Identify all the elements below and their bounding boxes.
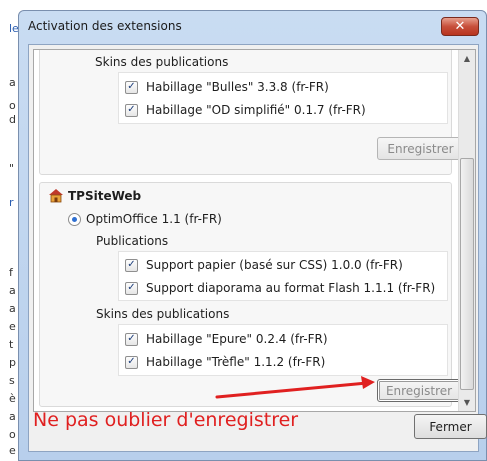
extensions-dialog: Activation des extensions ✕ Skins des pu…	[18, 10, 487, 461]
background-text: a	[9, 302, 16, 315]
publication-item-label: Support diaporama au format Flash 1.1.1 …	[146, 281, 436, 295]
background-text: d	[9, 113, 16, 126]
background-text: "	[9, 162, 15, 175]
skin-checkbox[interactable]: ✓	[125, 355, 138, 369]
scrollbar-thumb[interactable]	[460, 158, 474, 390]
extension-title: TPSiteWeb	[68, 189, 142, 203]
background-text: r	[9, 196, 14, 209]
extensions-scroll-pane[interactable]: Skins des publications ✓ Habillage "Bull…	[33, 49, 476, 412]
skin-item[interactable]: ✓ Habillage "Epure" 0.2.4 (fr-FR)	[125, 328, 328, 350]
publication-checkbox[interactable]: ✓	[125, 281, 138, 295]
background-text: o	[9, 99, 16, 112]
save-button[interactable]: Enregistrer	[377, 137, 464, 160]
dialog-body: Skins des publications ✓ Habillage "Bull…	[28, 44, 479, 452]
extension-group-previous: Skins des publications ✓ Habillage "Bull…	[39, 50, 464, 175]
optimoffice-radio[interactable]	[68, 213, 81, 226]
publication-item[interactable]: ✓ Support papier (basé sur CSS) 1.0.0 (f…	[125, 254, 403, 276]
title-bar[interactable]: Activation des extensions ✕	[19, 11, 486, 44]
skins-list: ✓ Habillage "Epure" 0.2.4 (fr-FR) ✓ Habi…	[118, 324, 448, 376]
skin-item-label: Habillage "Epure" 0.2.4 (fr-FR)	[146, 332, 328, 346]
skin-item-label: Habillage "Bulles" 3.3.8 (fr-FR)	[146, 80, 329, 94]
close-button-label: Fermer	[429, 419, 472, 434]
background-text: s	[9, 374, 15, 387]
skin-item-label: Habillage "OD simplifié" 0.1.7 (fr-FR)	[146, 103, 366, 117]
scroll-up-icon[interactable]: ▲	[459, 50, 475, 67]
background-text: a	[9, 410, 16, 423]
skin-item[interactable]: ✓ Habillage "OD simplifié" 0.1.7 (fr-FR)	[125, 99, 366, 121]
background-text: e	[9, 320, 16, 333]
background-text: o	[9, 428, 16, 441]
background-text: t	[9, 338, 14, 351]
save-button[interactable]: Enregistrer	[377, 379, 461, 402]
optimoffice-label: OptimOffice 1.1 (fr-FR)	[86, 212, 222, 226]
window-close-button[interactable]: ✕	[441, 17, 479, 36]
publications-list: ✓ Support papier (basé sur CSS) 1.0.0 (f…	[118, 251, 448, 301]
skin-checkbox[interactable]: ✓	[125, 103, 138, 117]
close-button[interactable]: Fermer	[414, 414, 487, 439]
extensions-list: Skins des publications ✓ Habillage "Bull…	[34, 50, 464, 411]
skin-item[interactable]: ✓ Habillage "Trèfle" 1.1.2 (fr-FR)	[125, 351, 325, 373]
vertical-scrollbar[interactable]: ▲ ▼	[458, 50, 475, 411]
dialog-title: Activation des extensions	[28, 19, 182, 33]
skin-checkbox[interactable]: ✓	[125, 80, 138, 94]
skin-item[interactable]: ✓ Habillage "Bulles" 3.3.8 (fr-FR)	[125, 76, 329, 98]
skins-section-title: Skins des publications	[96, 307, 230, 321]
skins-list: ✓ Habillage "Bulles" 3.3.8 (fr-FR) ✓ Hab…	[118, 72, 448, 124]
skins-section-title: Skins des publications	[95, 55, 229, 69]
annotation-note: Ne pas oublier d'enregistrer	[33, 409, 299, 431]
scroll-down-icon[interactable]: ▼	[459, 394, 475, 411]
close-icon: ✕	[454, 19, 466, 34]
background-text: p	[9, 356, 16, 369]
site-icon	[48, 188, 64, 203]
background-text: e	[9, 444, 16, 457]
background-text: f	[9, 266, 13, 279]
background-text: a	[9, 284, 16, 297]
publications-section-title: Publications	[96, 234, 169, 248]
publication-checkbox[interactable]: ✓	[125, 258, 138, 272]
publication-item-label: Support papier (basé sur CSS) 1.0.0 (fr-…	[146, 258, 403, 272]
skin-item-label: Habillage "Trèfle" 1.1.2 (fr-FR)	[146, 355, 326, 369]
skin-checkbox[interactable]: ✓	[125, 332, 138, 346]
background-text: a	[9, 76, 16, 89]
background-text: è	[9, 392, 16, 405]
extension-group-tpsiteweb: TPSiteWeb OptimOffice 1.1 (fr-FR) Public…	[39, 182, 461, 407]
publication-item[interactable]: ✓ Support diaporama au format Flash 1.1.…	[125, 277, 435, 299]
